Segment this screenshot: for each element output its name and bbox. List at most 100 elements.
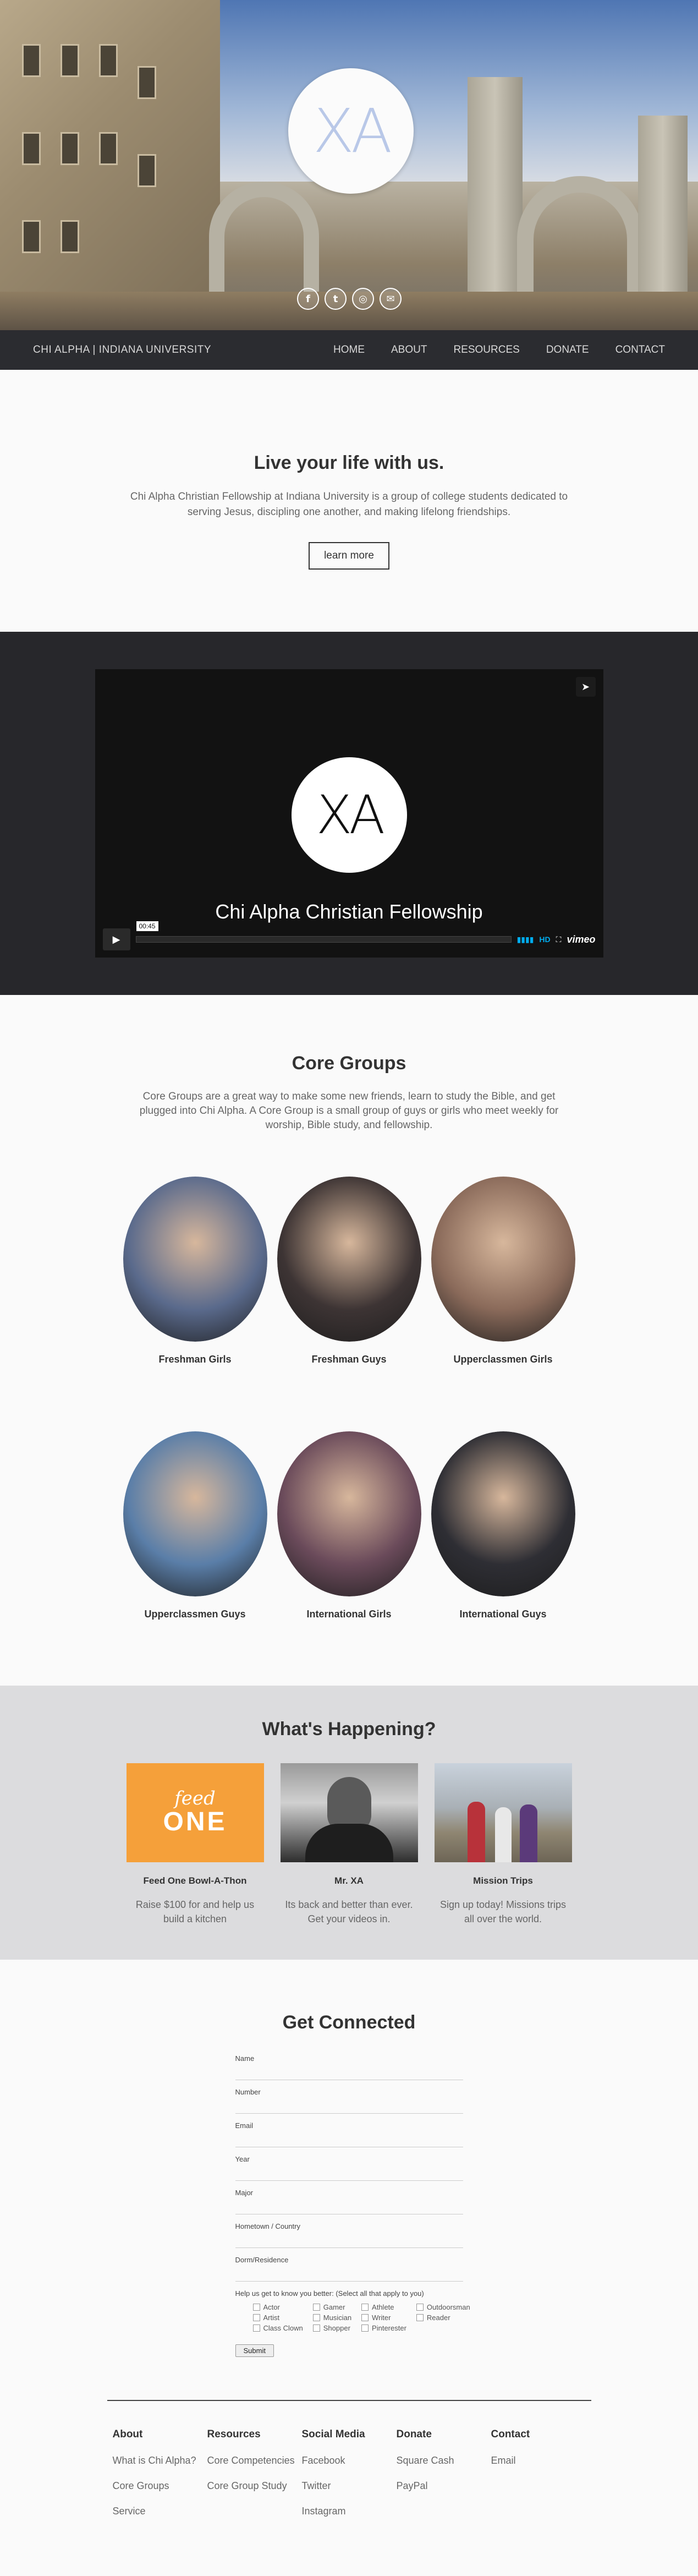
video-progress-bar[interactable]: 00:45 [135,921,512,943]
checkbox-pinterester[interactable]: Pinterester [361,2324,406,2332]
dorm-input[interactable] [235,2265,463,2282]
checkbox-box[interactable] [416,2304,424,2311]
submit-button[interactable]: Submit [235,2344,274,2357]
checkbox-box[interactable] [361,2325,369,2332]
year-input[interactable] [235,2164,463,2181]
nav-brand[interactable]: CHI ALPHA | INDIANA UNIVERSITY [33,344,211,356]
core-group-card[interactable]: International Girls [272,1431,426,1620]
footer-link-paypal[interactable]: PayPal [397,2479,491,2492]
checkbox-musician[interactable]: Musician [312,2314,351,2322]
checkbox-shopper[interactable]: Shopper [312,2324,351,2332]
checkbox-box[interactable] [252,2325,260,2332]
footer-link-instagram[interactable]: Instagram [302,2504,397,2518]
core-group-card[interactable]: International Guys [426,1431,580,1620]
checkbox-label: Pinterester [372,2324,406,2332]
nav-link-home[interactable]: HOME [333,344,365,356]
fullscreen-icon[interactable]: ⛶ [556,935,562,944]
checkbox-box[interactable] [252,2304,260,2311]
core-groups-section: Core Groups Core Groups are a great way … [0,995,698,1686]
checkbox-athlete[interactable]: Athlete [361,2303,406,2311]
nav-link-contact[interactable]: CONTACT [615,344,665,356]
checkbox-class-clown[interactable]: Class Clown [252,2324,303,2332]
checkbox-label: Reader [426,2314,450,2322]
play-icon[interactable]: ▶ [102,928,130,950]
checkbox-box[interactable] [361,2314,369,2321]
core-group-card[interactable]: Freshman Guys [272,1177,426,1365]
group-photo[interactable] [123,1431,267,1596]
nav-link-resources[interactable]: RESOURCES [453,344,519,356]
nav-link-donate[interactable]: DONATE [546,344,589,356]
group-name[interactable]: International Guys [426,1609,580,1620]
checkbox-box[interactable] [312,2314,320,2321]
share-icon[interactable]: ➤ [575,677,596,697]
hometown-input[interactable] [235,2232,463,2248]
group-name[interactable]: Freshman Guys [272,1354,426,1365]
group-name[interactable]: Freshman Girls [118,1354,272,1365]
core-group-card[interactable]: Freshman Girls [118,1177,272,1365]
field-label: Name [235,2054,255,2063]
checkbox-box[interactable] [361,2304,369,2311]
checkbox-artist[interactable]: Artist [252,2314,303,2322]
group-photo[interactable] [431,1431,575,1596]
checkbox-writer[interactable]: Writer [361,2314,406,2322]
footer-link-core-group-study[interactable]: Core Group Study [207,2479,302,2492]
checkbox-box[interactable] [416,2314,424,2321]
hd-toggle[interactable]: HD [539,935,550,944]
footer-col-contact: Contact Email [491,2429,586,2530]
group-photo[interactable] [431,1177,575,1342]
group-name[interactable]: International Girls [272,1609,426,1620]
footer-link-square-cash[interactable]: Square Cash [397,2454,491,2467]
core-title: Core Groups [292,1053,406,1074]
checkbox-box[interactable] [312,2304,320,2311]
checkbox-outdoorsman[interactable]: Outdoorsman [416,2303,470,2311]
footer-heading: About [112,2429,143,2440]
checkbox-box[interactable] [252,2314,260,2321]
group-photo[interactable] [123,1177,267,1342]
footer-link-core-groups[interactable]: Core Groups [113,2479,207,2492]
instagram-icon[interactable]: ◎ [352,288,374,310]
event-thumbnail[interactable]: feed ONE [126,1763,264,1862]
checkbox-reader[interactable]: Reader [416,2314,470,2322]
event-title[interactable]: Feed One Bowl-A-Thon [118,1875,272,1886]
facebook-icon[interactable]: f [297,288,319,310]
footer-link-email[interactable]: Email [491,2454,586,2467]
checkbox-box[interactable] [312,2325,320,2332]
event-thumbnail[interactable] [280,1763,418,1862]
group-name[interactable]: Upperclassmen Guys [118,1609,272,1620]
email-icon[interactable]: ✉ [380,288,402,310]
event-thumbnail[interactable] [434,1763,572,1862]
event-card[interactable]: Mission Trips Sign up today! Missions tr… [426,1763,580,1926]
field-name: Name [235,2054,463,2080]
nav-link-about[interactable]: ABOUT [391,344,427,356]
video-title: Chi Alpha Christian Fellowship [215,900,483,923]
vimeo-logo[interactable]: vimeo [567,934,595,945]
event-card[interactable]: Mr. XA Its back and better than ever. Ge… [272,1763,426,1926]
number-input[interactable] [235,2097,463,2114]
footer-link-core-competencies[interactable]: Core Competencies [207,2454,302,2467]
group-photo[interactable] [277,1177,421,1342]
event-title[interactable]: Mission Trips [426,1875,580,1886]
group-name[interactable]: Upperclassmen Girls [426,1354,580,1365]
learn-more-button[interactable]: learn more [309,542,389,570]
social-icons: f t ◎ ✉ [297,288,402,310]
footer-link-facebook[interactable]: Facebook [302,2454,397,2467]
video-section: ➤ XA Chi Alpha Christian Fellowship ▶ 00… [0,632,698,995]
volume-icon[interactable]: ▮▮▮▮ [517,935,534,944]
video-logo: XA [291,757,407,873]
group-photo[interactable] [277,1431,421,1596]
footer-link-twitter[interactable]: Twitter [302,2479,397,2492]
event-title[interactable]: Mr. XA [272,1875,426,1886]
checkbox-actor[interactable]: Actor [252,2303,303,2311]
core-group-card[interactable]: Upperclassmen Guys [118,1431,272,1620]
event-card[interactable]: feed ONE Feed One Bowl-A-Thon Raise $100… [118,1763,272,1926]
footer-link-service[interactable]: Service [113,2504,207,2518]
twitter-icon[interactable]: t [325,288,347,310]
checkbox-gamer[interactable]: Gamer [312,2303,351,2311]
footer-link-what-is-chi-alpha[interactable]: What is Chi Alpha? [113,2454,207,2467]
site-logo[interactable]: XA [288,68,414,194]
name-input[interactable] [235,2064,463,2080]
core-group-card[interactable]: Upperclassmen Girls [426,1177,580,1365]
major-input[interactable] [235,2198,463,2214]
email-input[interactable] [235,2131,463,2147]
video-player[interactable]: ➤ XA Chi Alpha Christian Fellowship ▶ 00… [95,669,603,958]
